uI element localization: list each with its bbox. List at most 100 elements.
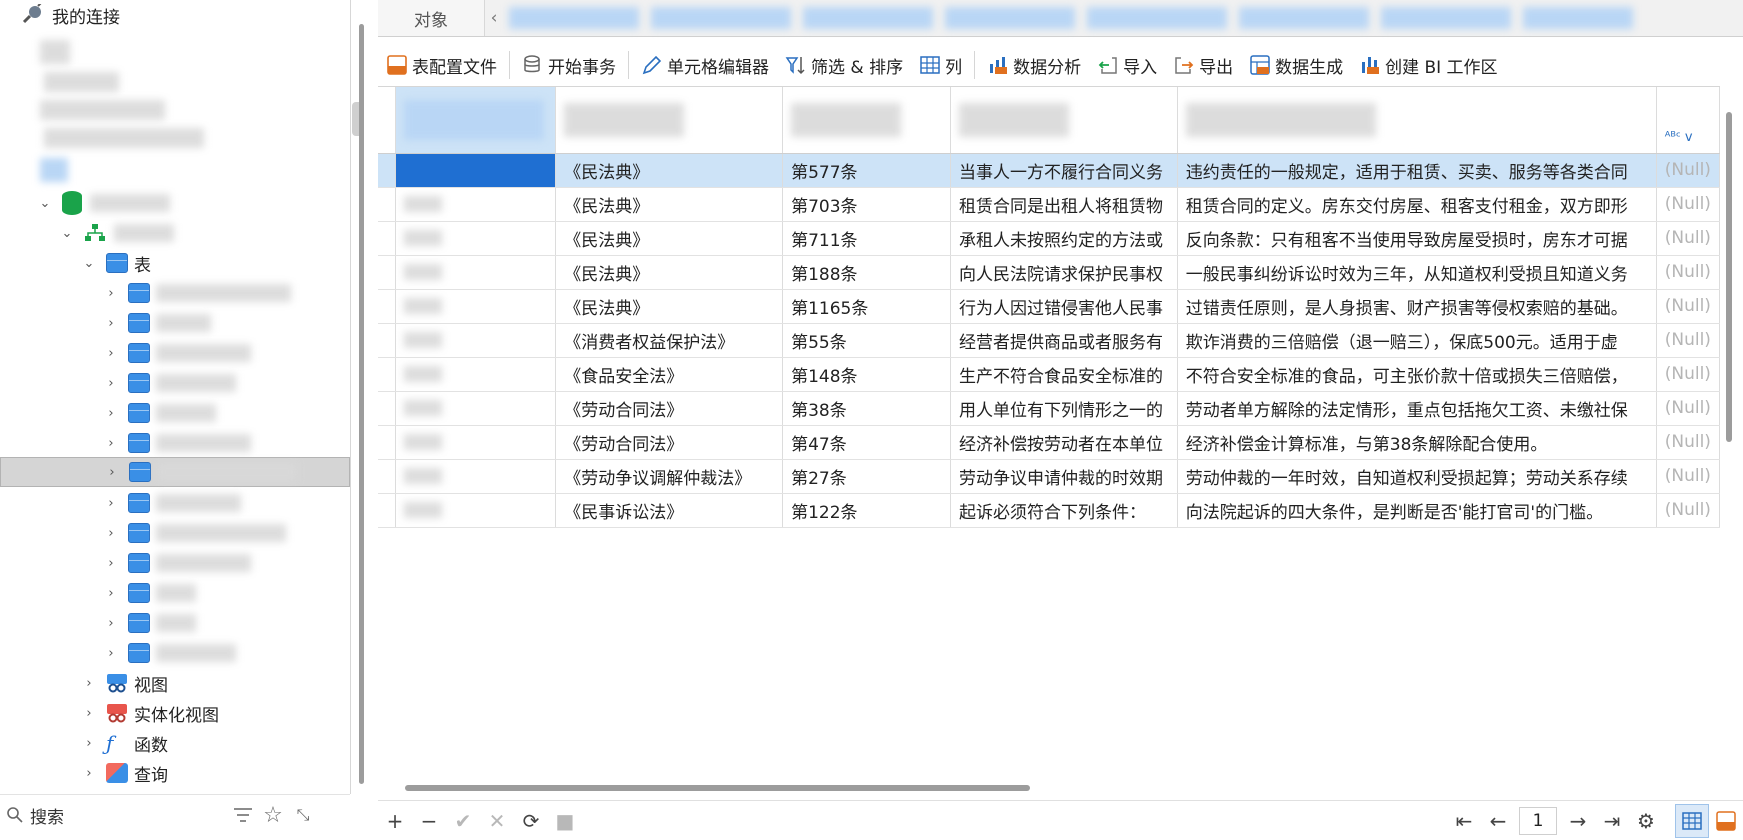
note-cell[interactable]: 经济补偿金计算标准，与第38条解除配合使用。 [1177,425,1657,460]
blurred-id-cell[interactable] [395,255,557,290]
tree-item-table[interactable]: › [0,338,350,368]
chevron-down-icon[interactable]: ⌄ [60,226,74,241]
last-page-button[interactable]: ⇥ [1595,804,1629,838]
chevron-right-icon[interactable]: › [104,316,118,331]
blurred-tab[interactable] [945,7,1075,29]
chevron-right-icon[interactable]: › [104,406,118,421]
form-view-button[interactable] [1709,804,1743,838]
tree-item-table[interactable]: › [0,368,350,398]
row-header-cell[interactable] [378,187,397,222]
column-header[interactable] [950,87,1178,154]
tree-item-table[interactable]: › [0,278,350,308]
data-generation-button[interactable]: 数据生成 [1241,48,1351,82]
null-cell[interactable]: (Null) [1656,357,1720,392]
table-row[interactable]: 《劳动争议调解仲裁法》 第27条 劳动争议申请仲裁的时效期 劳动仲裁的一年时效，自知道… [378,459,1720,494]
tree-item-table[interactable]: › [0,578,350,608]
table-row[interactable]: 《民法典》 第188条 向人民法院请求保护民事权 一般民事纠纷诉讼时效为三年，从知道权… [378,255,1720,290]
blurred-id-cell[interactable] [395,323,557,358]
null-cell[interactable]: (Null) [1656,255,1720,290]
null-cell[interactable]: (Null) [1656,493,1720,528]
tab-objects[interactable]: 对象 [378,0,485,36]
column-header[interactable] [1177,87,1657,154]
stop-icon[interactable]: ■ [548,804,582,838]
blurred-tab[interactable] [803,7,933,29]
tree-item-table[interactable]: › [0,638,350,668]
table-config-button[interactable]: 表配置文件 [378,48,505,82]
law-name-cell[interactable]: 《劳动合同法》 [555,425,784,460]
tree-item-my-connections[interactable]: 我的连接 [0,0,350,30]
null-cell[interactable]: (Null) [1656,153,1720,188]
chevron-down-icon[interactable]: ⌄ [38,196,52,211]
table-row[interactable]: 《劳动合同法》 第47条 经济补偿按劳动者在本单位 经济补偿金计算标准，与第38条解除… [378,425,1720,460]
blurred-id-cell[interactable] [395,425,557,460]
article-content-cell[interactable]: 生产不符合食品安全标准的 [950,357,1178,392]
next-page-button[interactable]: → [1561,804,1595,838]
note-cell[interactable]: 过错责任原则，是人身损害、财产损害等侵权索赔的基础。 [1177,289,1657,324]
row-header-cell[interactable] [378,425,397,460]
column-header[interactable] [395,87,557,154]
article-cell[interactable]: 第703条 [782,187,952,222]
law-name-cell[interactable]: 《消费者权益保护法》 [555,323,784,358]
law-name-cell[interactable]: 《民法典》 [555,153,784,188]
refresh-icon[interactable]: ⟳ [514,804,548,838]
gear-icon[interactable]: ⚙ [1629,804,1663,838]
blurred-id-cell[interactable] [395,391,557,426]
apply-changes-button[interactable]: ✔ [446,804,480,838]
note-cell[interactable]: 不符合安全标准的食品，可主张价款十倍或损失三倍赔偿， [1177,357,1657,392]
row-header-cell[interactable] [378,289,397,324]
blurred-id-cell[interactable] [395,357,557,392]
table-row[interactable]: 《消费者权益保护法》 第55条 经营者提供商品或者服务有 欺诈消费的三倍赔偿（退一赔三… [378,323,1720,358]
article-content-cell[interactable]: 租赁合同是出租人将租赁物 [950,187,1178,222]
blurred-tab[interactable] [1087,7,1227,29]
chevron-right-icon[interactable]: › [82,766,96,781]
law-name-cell[interactable]: 《民法典》 [555,255,784,290]
article-content-cell[interactable]: 向人民法院请求保护民事权 [950,255,1178,290]
tree-item-database[interactable]: ⌄ [0,188,350,218]
column-header[interactable] [555,87,784,154]
row-header-cell[interactable] [378,255,397,290]
null-cell[interactable]: (Null) [1656,391,1720,426]
article-content-cell[interactable]: 用人单位有下列情形之一的 [950,391,1178,426]
article-cell[interactable]: 第148条 [782,357,952,392]
chevron-right-icon[interactable]: › [82,706,96,721]
table-row[interactable]: 《民法典》 第703条 租赁合同是出租人将租赁物 租赁合同的定义。房东交付房屋、租客支… [378,187,1720,222]
tree-item-queries[interactable]: › 查询 [0,758,350,788]
null-cell[interactable]: (Null) [1656,459,1720,494]
previous-page-button[interactable]: ← [1481,804,1515,838]
tree-item-table[interactable]: › [0,308,350,338]
grid-horizontal-scrollbar[interactable] [405,785,1030,791]
table-row[interactable]: 《民法典》 第577条 当事人一方不履行合同义务 违约责任的一般规定，适用于租赁、买卖… [378,153,1720,188]
null-cell[interactable]: (Null) [1656,323,1720,358]
filter-icon[interactable] [230,802,256,828]
note-cell[interactable]: 劳动仲裁的一年时效，自知道权利受损起算；劳动关系存续 [1177,459,1657,494]
note-cell[interactable]: 一般民事纠纷诉讼时效为三年，从知道权利受损且知道义务 [1177,255,1657,290]
article-cell[interactable]: 第47条 [782,425,952,460]
note-cell[interactable]: 欺诈消费的三倍赔偿（退一赔三），保底500元。适用于虚 [1177,323,1657,358]
table-row[interactable]: 《劳动合同法》 第38条 用人单位有下列情形之一的 劳动者单方解除的法定情形，重点包括… [378,391,1720,426]
chevron-right-icon[interactable]: › [104,286,118,301]
table-row[interactable]: 《食品安全法》 第148条 生产不符合食品安全标准的 不符合安全标准的食品，可主张价款… [378,357,1720,392]
chevron-right-icon[interactable]: › [104,586,118,601]
chevron-right-icon[interactable]: › [104,526,118,541]
chevron-right-icon[interactable]: › [105,465,119,480]
blurred-id-cell[interactable] [395,153,557,188]
row-header-cell[interactable] [378,221,397,256]
page-number-input[interactable]: 1 [1519,806,1557,835]
article-content-cell[interactable]: 经营者提供商品或者服务有 [950,323,1178,358]
nav-scrollbar[interactable] [359,24,364,784]
blurred-id-cell[interactable] [395,289,557,324]
tree-item-table[interactable]: › [0,548,350,578]
article-cell[interactable]: 第577条 [782,153,952,188]
article-content-cell[interactable]: 行为人因过错侵害他人民事 [950,289,1178,324]
tree-item-table[interactable]: › [0,398,350,428]
column-header[interactable]: ᴬᴮᶜ v [1656,87,1720,154]
chevron-right-icon[interactable]: › [104,616,118,631]
blurred-tab[interactable] [1239,7,1369,29]
null-cell[interactable]: (Null) [1656,187,1720,222]
discard-changes-button[interactable]: ✕ [480,804,514,838]
law-name-cell[interactable]: 《民法典》 [555,221,784,256]
first-page-button[interactable]: ⇤ [1447,804,1481,838]
chevron-right-icon[interactable]: › [104,556,118,571]
law-name-cell[interactable]: 《劳动合同法》 [555,391,784,426]
chevron-down-icon[interactable]: ⌄ [82,256,96,271]
